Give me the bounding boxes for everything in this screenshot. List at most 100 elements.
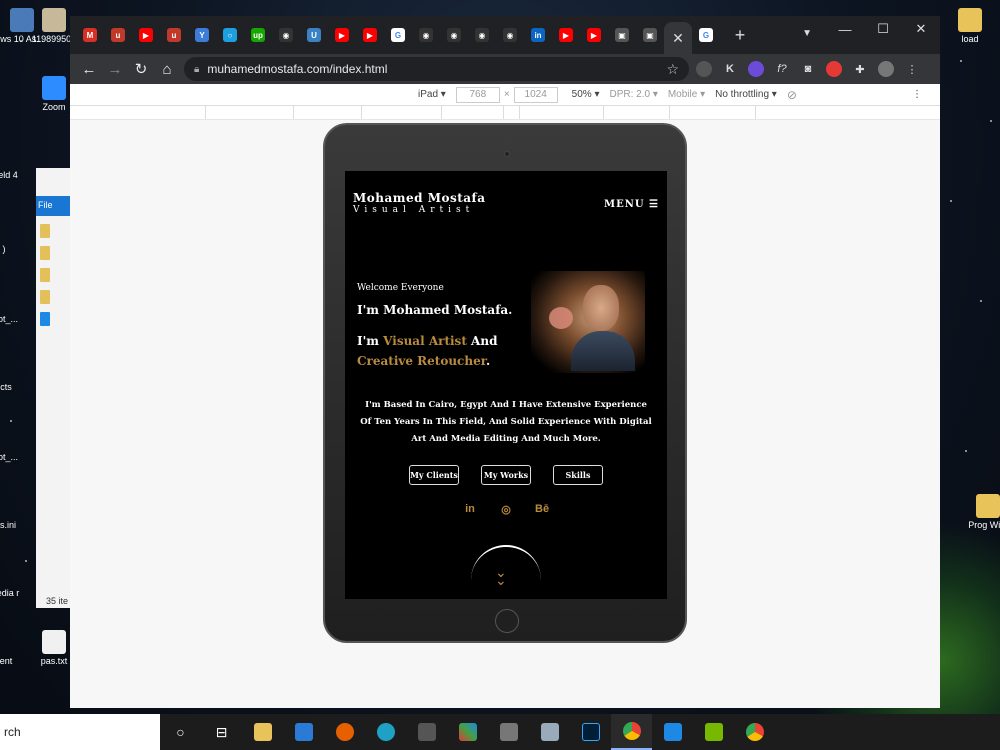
desktop-icon-program[interactable]: Prog With [958, 494, 1000, 530]
address-bar[interactable]: 🔒︎ muhamedmostafa.com/index.html ☆ [184, 57, 689, 81]
reload-button[interactable]: ↻ [128, 56, 154, 82]
desktop-icon-download[interactable]: load [940, 8, 1000, 44]
desktop-icon-10[interactable]: edia r [0, 588, 38, 598]
browser-tab[interactable]: ◉ [496, 21, 524, 49]
desktop-icon-7[interactable]: cts [0, 382, 36, 392]
onedrive-item[interactable] [40, 312, 50, 326]
file-explorer-icon[interactable] [242, 714, 283, 750]
chrome-icon-2[interactable] [734, 714, 775, 750]
home-button[interactable]: ⌂ [154, 56, 180, 82]
extensions-puzzle-icon[interactable]: ✚ [849, 58, 871, 80]
browser-tab[interactable]: Y [188, 21, 216, 49]
browser-tab[interactable]: u [160, 21, 188, 49]
cortana-icon[interactable]: ○ [160, 714, 201, 750]
task-view-icon[interactable]: ⊟ [201, 714, 242, 750]
browser-tab[interactable]: ▶ [552, 21, 580, 49]
browser-tab[interactable]: u [104, 21, 132, 49]
browser-tab[interactable]: U [300, 21, 328, 49]
edge-icon[interactable] [365, 714, 406, 750]
browser-tab[interactable]: ◉ [412, 21, 440, 49]
mail-icon[interactable] [283, 714, 324, 750]
menu-button[interactable]: MENU ☰ [604, 199, 659, 210]
store-icon[interactable] [406, 714, 447, 750]
throttling-select[interactable]: No throttling ▾ [715, 89, 777, 100]
tab-strip: Mu ▶ u Y ○ up ◉ U ▶ ▶ G ◉ ◉ ◉ ◉ in ▶ ▶ ▣ ▣ ✕ G + — ☐ ✕ ▼ [70, 16, 940, 54]
browser-tab[interactable]: ▶ [356, 21, 384, 49]
browser-tab[interactable]: G [384, 21, 412, 49]
brand-name[interactable]: Mohamed Mostafa [353, 191, 486, 205]
dpr-select[interactable]: DPR: 2.0 ▾ [609, 89, 657, 100]
desktop-icon-6[interactable]: ot_... [0, 314, 38, 324]
browser-tab[interactable]: M [76, 21, 104, 49]
file-menu-tab[interactable]: File [36, 196, 70, 216]
paint-icon[interactable] [529, 714, 570, 750]
my-works-button[interactable]: My Works [481, 465, 531, 485]
minimize-button[interactable]: — [826, 16, 864, 42]
browser-tab[interactable]: ◉ [272, 21, 300, 49]
width-input[interactable]: 768 [455, 86, 500, 103]
fontface-extension-icon[interactable]: f? [771, 58, 793, 80]
extension-icon[interactable] [693, 58, 715, 80]
profile-avatar[interactable] [875, 58, 897, 80]
folder-item[interactable] [40, 224, 50, 238]
forward-button[interactable]: → [102, 56, 128, 82]
folder-item[interactable] [40, 246, 50, 260]
desktop-icon-label: cts [0, 382, 12, 392]
rotate-disable-icon[interactable]: ⊘ [787, 88, 797, 102]
role-prefix: I'm [357, 334, 384, 348]
extension-badge-icon[interactable] [745, 58, 767, 80]
app-icon-color[interactable] [447, 714, 488, 750]
adblock-extension-icon[interactable] [823, 58, 845, 80]
folder-item[interactable] [40, 268, 50, 282]
browser-tab[interactable]: G [692, 21, 720, 49]
browser-tab[interactable]: ▣ [608, 21, 636, 49]
back-button[interactable]: ← [76, 56, 102, 82]
browser-tab[interactable]: ▶ [328, 21, 356, 49]
social-links: in ◎ Bē [345, 503, 667, 516]
device-select[interactable]: iPad ▾ [418, 89, 446, 100]
desktop-icon-5[interactable]: ) [0, 244, 34, 254]
zoom-select[interactable]: 50% ▾ [572, 89, 600, 100]
maximize-button[interactable]: ☐ [864, 16, 902, 42]
desktop-icon-label: ot_... [0, 314, 18, 324]
camera-extension-icon[interactable]: ◙ [797, 58, 819, 80]
desktop-icon-4[interactable]: eld 4 [0, 170, 38, 180]
chevron-down-icon[interactable]: ⌄ ⌄ [495, 566, 507, 588]
browser-tab[interactable]: ◉ [440, 21, 468, 49]
folder-item[interactable] [40, 290, 50, 304]
tab-search-icon[interactable]: ▼ [802, 28, 812, 39]
browser-tab[interactable]: ▣ [636, 21, 664, 49]
browser-tab[interactable]: up [244, 21, 272, 49]
my-clients-button[interactable]: My Clients [409, 465, 459, 485]
behance-icon[interactable]: Bē [535, 503, 549, 516]
instagram-icon[interactable]: ◎ [499, 503, 513, 516]
new-tab-button[interactable]: + [730, 25, 750, 46]
browser-tab[interactable]: ○ [216, 21, 244, 49]
mode-select[interactable]: Mobile ▾ [668, 89, 705, 100]
linkedin-icon[interactable]: in [463, 503, 477, 516]
close-tab-icon[interactable]: ✕ [672, 30, 684, 47]
search-box[interactable]: rch [0, 714, 160, 750]
nvidia-icon[interactable] [693, 714, 734, 750]
browser-tab[interactable]: ▶ [580, 21, 608, 49]
desktop-icon-label: pas.txt [40, 656, 68, 666]
keeper-extension-icon[interactable]: K [719, 58, 741, 80]
menu-kebab-icon[interactable]: ⋮ [901, 58, 923, 80]
bookmark-star-icon[interactable]: ☆ [666, 61, 679, 78]
skills-button[interactable]: Skills [553, 465, 603, 485]
video-app-icon[interactable] [652, 714, 693, 750]
close-window-button[interactable]: ✕ [902, 16, 940, 42]
firefox-icon[interactable] [324, 714, 365, 750]
active-tab[interactable]: ✕ [664, 22, 692, 54]
photoshop-icon[interactable] [570, 714, 611, 750]
calculator-icon[interactable] [488, 714, 529, 750]
desktop-icon-8[interactable]: ot_... [0, 452, 38, 462]
desktop-icon-label: edia r [0, 588, 20, 598]
browser-tab[interactable]: ▶ [132, 21, 160, 49]
devtools-more-icon[interactable]: ⋮ [912, 89, 922, 100]
height-input[interactable]: 1024 [513, 86, 558, 103]
browser-tab[interactable]: ◉ [468, 21, 496, 49]
chrome-icon[interactable] [611, 714, 652, 750]
youtube-icon: ▶ [587, 28, 601, 42]
browser-tab[interactable]: in [524, 21, 552, 49]
